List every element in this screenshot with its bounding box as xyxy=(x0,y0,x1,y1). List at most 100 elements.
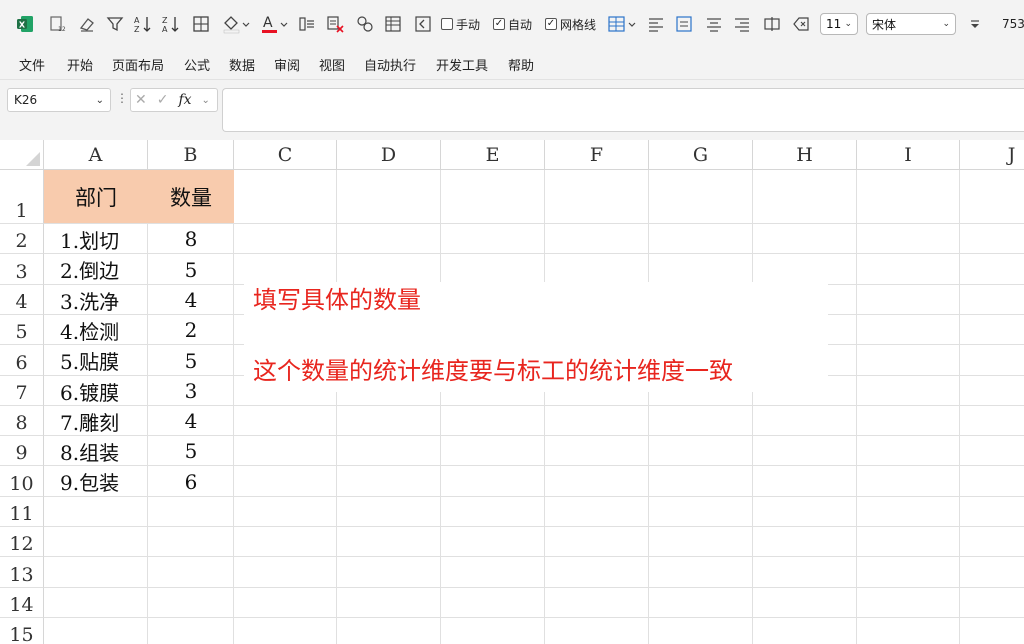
sort-ascending-icon[interactable]: AZ xyxy=(132,12,154,36)
tab-help[interactable]: 帮助 xyxy=(508,55,534,74)
row-header-2[interactable]: 2 xyxy=(0,224,44,254)
cell-quantity[interactable]: 6 xyxy=(148,466,234,497)
font-color-icon[interactable]: A xyxy=(258,12,290,36)
cell-quantity[interactable]: 5 xyxy=(148,254,234,285)
column-header-j[interactable]: J xyxy=(960,140,1024,170)
borders-icon[interactable] xyxy=(190,12,212,36)
cell-quantity[interactable]: 2 xyxy=(148,315,234,345)
cell-department[interactable]: 3.洗净 xyxy=(60,285,146,315)
row-header-13[interactable]: 13 xyxy=(0,557,44,588)
row-header-5[interactable]: 5 xyxy=(0,315,44,345)
tab-file[interactable]: 文件 xyxy=(19,55,45,74)
clear-format-icon[interactable] xyxy=(324,12,346,36)
row-header-12[interactable]: 12 xyxy=(0,527,44,557)
row-header-14[interactable]: 14 xyxy=(0,588,44,618)
column-header-d[interactable]: D xyxy=(337,140,441,170)
fill-color-icon[interactable] xyxy=(220,12,252,36)
column-header-b[interactable]: B xyxy=(148,140,234,170)
gridlines-checkbox[interactable]: ✓ 网格线 xyxy=(545,14,596,34)
freeze-panes-icon[interactable] xyxy=(412,12,434,36)
wrap-text-icon[interactable] xyxy=(674,12,694,36)
table-style-icon[interactable] xyxy=(606,12,638,36)
formula-input[interactable] xyxy=(222,88,1024,132)
row-header-1[interactable]: 1 xyxy=(0,170,44,224)
font-name-select[interactable]: 宋体 ⌄ xyxy=(866,13,956,35)
column-header-e[interactable]: E xyxy=(441,140,545,170)
cell-department[interactable]: 5.贴膜 xyxy=(60,345,146,376)
enter-icon[interactable]: ✓ xyxy=(157,92,169,108)
row-header-10[interactable]: 10 xyxy=(0,466,44,497)
name-box[interactable]: K26 ⌄ xyxy=(7,88,111,112)
more-options-icon[interactable]: ⋮ xyxy=(116,91,128,105)
customize-toolbar-icon[interactable] xyxy=(966,12,984,36)
convert-icon[interactable] xyxy=(354,12,376,36)
cell-department[interactable]: 1.划切 xyxy=(60,224,146,254)
column-header-h[interactable]: H xyxy=(753,140,857,170)
row-header-9[interactable]: 9 xyxy=(0,436,44,466)
cell-department[interactable]: 9.包装 xyxy=(60,466,146,497)
chevron-down-icon[interactable]: ⌄ xyxy=(96,95,104,106)
column-header-a[interactable]: A xyxy=(44,140,148,170)
check-icon[interactable]: ✓ xyxy=(545,18,557,30)
check-icon[interactable]: ✓ xyxy=(493,18,505,30)
column-gridline xyxy=(856,170,857,644)
tab-page-layout[interactable]: 页面布局 xyxy=(112,55,164,74)
cell-quantity[interactable]: 5 xyxy=(148,436,234,466)
spreadsheet-grid[interactable]: 部门 数量 1.划切 8 2.倒边 5 3.洗净 4 4.检测 2 5.贴膜 5 6.镀膜 3 7.雕刻 4 8… xyxy=(0,140,1024,644)
row-header-4[interactable]: 4 xyxy=(0,285,44,315)
tab-formulas[interactable]: 公式 xyxy=(184,55,210,74)
align-right-icon[interactable] xyxy=(732,12,752,36)
manual-checkbox[interactable]: 手动 xyxy=(441,14,480,34)
gridlines-checkbox-label: 网格线 xyxy=(560,17,597,32)
align-center-icon[interactable] xyxy=(704,12,724,36)
row-header-3[interactable]: 3 xyxy=(0,254,44,285)
cell-quantity[interactable]: 4 xyxy=(148,285,234,315)
header-cell-department[interactable]: 部门 xyxy=(44,170,148,223)
cell-department[interactable]: 2.倒边 xyxy=(60,254,146,285)
cell-quantity[interactable]: 5 xyxy=(148,345,234,376)
chevron-down-icon[interactable]: ⌄ xyxy=(202,95,210,106)
cell-department[interactable]: 6.镀膜 xyxy=(60,376,146,406)
select-all-corner[interactable] xyxy=(0,140,44,170)
number-format-icon[interactable]: 123 xyxy=(46,12,68,36)
row-header-11[interactable]: 11 xyxy=(0,497,44,527)
column-gridline xyxy=(544,170,545,644)
column-header-g[interactable]: G xyxy=(649,140,753,170)
sort-descending-icon[interactable]: ZA xyxy=(160,12,182,36)
cell-quantity[interactable]: 3 xyxy=(148,376,234,406)
chevron-down-icon[interactable]: ⌄ xyxy=(942,19,950,29)
merge-cells-icon[interactable] xyxy=(296,12,318,36)
tab-developer[interactable]: 开发工具 xyxy=(436,55,488,74)
cell-department[interactable]: 8.组装 xyxy=(60,436,146,466)
filter-icon[interactable] xyxy=(104,12,126,36)
column-header-c[interactable]: C xyxy=(234,140,337,170)
row-header-15[interactable]: 15 xyxy=(0,618,44,644)
tab-automate[interactable]: 自动执行 xyxy=(364,55,416,74)
row-header-7[interactable]: 7 xyxy=(0,376,44,406)
cell-quantity[interactable]: 4 xyxy=(148,406,234,436)
font-size-select[interactable]: 11 ⌄ xyxy=(820,13,858,35)
column-header-f[interactable]: F xyxy=(545,140,649,170)
distribute-icon[interactable] xyxy=(762,12,782,36)
insert-function-icon[interactable]: fx xyxy=(178,92,191,108)
row-header-6[interactable]: 6 xyxy=(0,345,44,376)
auto-checkbox[interactable]: ✓ 自动 xyxy=(493,14,532,34)
align-left-icon[interactable] xyxy=(646,12,666,36)
cell-department[interactable]: 4.检测 xyxy=(60,315,146,345)
row-header-8[interactable]: 8 xyxy=(0,406,44,436)
cancel-icon[interactable]: ✕ xyxy=(135,92,147,108)
clear-cell-icon[interactable] xyxy=(790,12,812,36)
table-icon[interactable] xyxy=(382,12,404,36)
tab-home[interactable]: 开始 xyxy=(67,55,93,74)
cell-department[interactable]: 7.雕刻 xyxy=(60,406,146,436)
header-cell-quantity[interactable]: 数量 xyxy=(148,170,234,223)
tab-review[interactable]: 审阅 xyxy=(274,55,300,74)
tab-view[interactable]: 视图 xyxy=(319,55,345,74)
column-header-i[interactable]: I xyxy=(857,140,960,170)
chevron-down-icon[interactable]: ⌄ xyxy=(844,19,852,29)
cell-quantity[interactable]: 8 xyxy=(148,224,234,254)
svg-text:X: X xyxy=(19,21,26,30)
eraser-icon[interactable] xyxy=(76,12,98,36)
tab-data[interactable]: 数据 xyxy=(229,55,255,74)
manual-checkbox-box[interactable] xyxy=(441,18,453,30)
